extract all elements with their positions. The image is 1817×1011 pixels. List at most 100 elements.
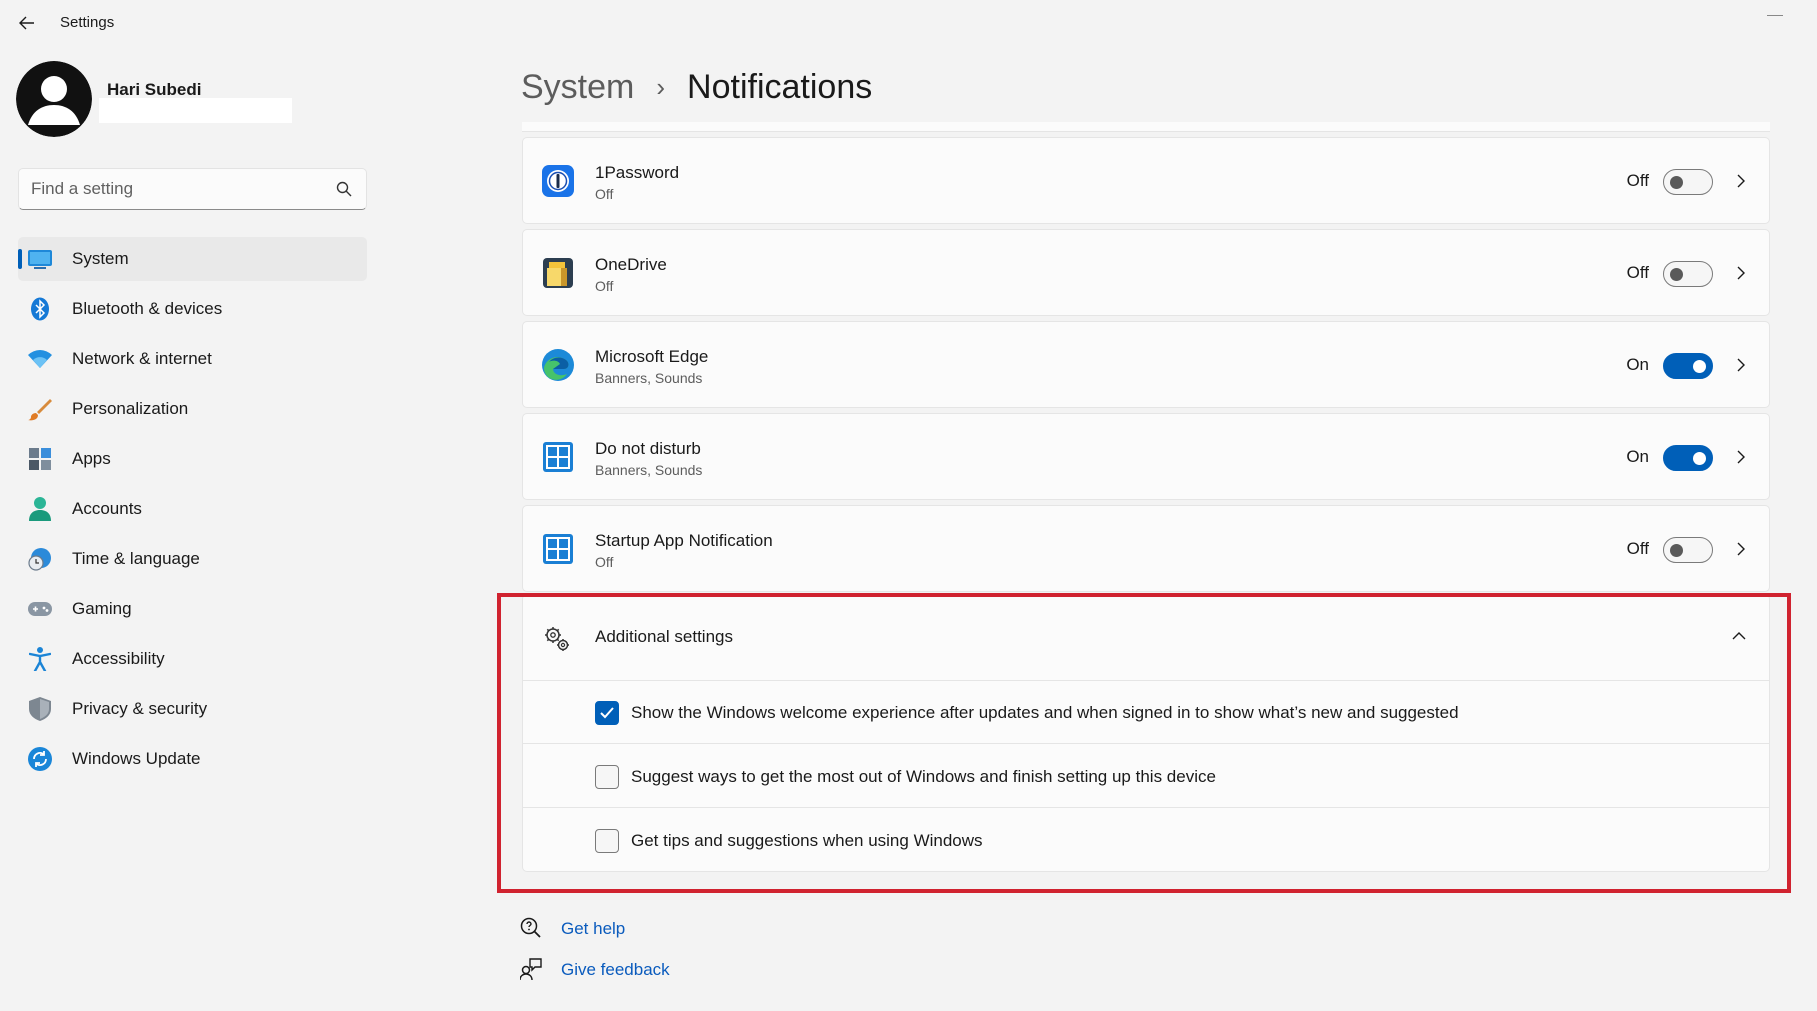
sidebar-item-privacy[interactable]: Privacy & security bbox=[18, 687, 367, 731]
app-tile-icon bbox=[543, 442, 573, 472]
search-icon[interactable] bbox=[336, 181, 352, 197]
app-row-1password[interactable]: 1Password Off Off bbox=[522, 137, 1770, 224]
chevron-right-icon[interactable] bbox=[1735, 448, 1747, 466]
app-name: Do not disturb bbox=[595, 439, 701, 458]
notification-toggle[interactable] bbox=[1663, 169, 1713, 195]
sidebar-item-personalization[interactable]: Personalization bbox=[18, 387, 367, 431]
chevron-right-icon[interactable] bbox=[1735, 264, 1747, 282]
system-icon bbox=[28, 247, 52, 271]
option-row: Suggest ways to get the most out of Wind… bbox=[523, 745, 1769, 808]
wifi-icon bbox=[28, 347, 52, 371]
give-feedback-link[interactable]: Give feedback bbox=[520, 955, 780, 996]
avatar bbox=[16, 61, 92, 137]
app-status: Off bbox=[595, 554, 614, 570]
toggle-knob bbox=[1670, 544, 1683, 557]
toggle-state-label: On bbox=[1626, 355, 1649, 374]
sidebar-item-label: Apps bbox=[72, 449, 111, 468]
sidebar-item-network[interactable]: Network & internet bbox=[18, 337, 367, 381]
toggle-state-label: Off bbox=[1626, 263, 1649, 282]
checkmark-icon bbox=[600, 707, 614, 719]
help-links: Get help Give feedback bbox=[520, 914, 780, 996]
breadcrumb-separator: › bbox=[656, 71, 666, 102]
minimize-button[interactable] bbox=[1767, 6, 1783, 16]
breadcrumb-parent[interactable]: System bbox=[521, 68, 634, 107]
back-button[interactable] bbox=[12, 8, 42, 38]
user-name: Hari Subedi bbox=[107, 80, 202, 99]
app-row-onedrive[interactable]: OneDrive Off Off bbox=[522, 229, 1770, 316]
update-icon bbox=[28, 747, 52, 771]
sidebar-item-label: Time & language bbox=[72, 549, 200, 568]
bluetooth-icon bbox=[28, 297, 52, 321]
breadcrumb: System › Notifications bbox=[521, 62, 872, 112]
clock-globe-icon bbox=[28, 547, 52, 571]
notification-toggle[interactable] bbox=[1663, 261, 1713, 287]
search-input[interactable] bbox=[31, 169, 331, 209]
app-status: Banners, Sounds bbox=[595, 370, 703, 386]
back-arrow-icon bbox=[19, 16, 34, 30]
option-row: Get tips and suggestions when using Wind… bbox=[523, 809, 1769, 872]
toggle-state-label: Off bbox=[1626, 171, 1649, 190]
chevron-right-icon[interactable] bbox=[1735, 172, 1747, 190]
sidebar-item-label: Personalization bbox=[72, 399, 189, 418]
title-bar: Settings bbox=[0, 0, 1817, 44]
app-row-microsoft-edge[interactable]: Microsoft Edge Banners, Sounds On bbox=[522, 321, 1770, 408]
tips-suggestions-checkbox[interactable] bbox=[595, 829, 619, 853]
sidebar-item-system[interactable]: System bbox=[18, 237, 367, 281]
app-row-do-not-disturb[interactable]: Do not disturb Banners, Sounds On bbox=[522, 413, 1770, 500]
sidebar-item-accessibility[interactable]: Accessibility bbox=[18, 637, 367, 681]
chevron-right-icon[interactable] bbox=[1735, 540, 1747, 558]
toggle-knob bbox=[1670, 176, 1683, 189]
toggle-knob bbox=[1670, 268, 1683, 281]
get-help-link[interactable]: Get help bbox=[520, 914, 780, 955]
app-status: Banners, Sounds bbox=[595, 462, 703, 478]
additional-settings-header[interactable]: Additional settings bbox=[523, 595, 1769, 681]
redacted-email bbox=[99, 98, 292, 123]
toggle-knob bbox=[1693, 360, 1706, 373]
notification-toggle[interactable] bbox=[1663, 353, 1713, 379]
app-name: Startup App Notification bbox=[595, 531, 773, 550]
welcome-experience-checkbox[interactable] bbox=[595, 701, 619, 725]
accessibility-icon bbox=[28, 647, 52, 671]
additional-settings-panel: Additional settings Show the Windows wel… bbox=[522, 594, 1770, 872]
apps-icon bbox=[28, 447, 52, 471]
controller-icon bbox=[28, 597, 52, 621]
suggest-setup-checkbox[interactable] bbox=[595, 765, 619, 789]
user-profile[interactable]: Hari Subedi bbox=[16, 60, 376, 140]
sidebar-item-label: Accessibility bbox=[72, 649, 165, 668]
give-feedback-label: Give feedback bbox=[561, 960, 670, 979]
toggle-state-label: Off bbox=[1626, 539, 1649, 558]
app-notification-list: 1Password Off Off OneDrive Off Off Micro… bbox=[522, 137, 1770, 597]
sidebar-item-windows-update[interactable]: Windows Update bbox=[18, 737, 367, 781]
get-help-label: Get help bbox=[561, 919, 626, 938]
notification-toggle[interactable] bbox=[1663, 445, 1713, 471]
sidebar-item-label: Windows Update bbox=[72, 749, 201, 768]
sidebar-item-label: System bbox=[72, 249, 129, 268]
brush-icon bbox=[28, 397, 52, 421]
toggle-knob bbox=[1693, 452, 1706, 465]
option-label: Get tips and suggestions when using Wind… bbox=[631, 831, 983, 850]
sidebar-item-label: Bluetooth & devices bbox=[72, 299, 223, 318]
sidebar-item-gaming[interactable]: Gaming bbox=[18, 587, 367, 631]
1password-icon bbox=[542, 165, 574, 197]
sidebar-item-accounts[interactable]: Accounts bbox=[18, 487, 367, 531]
app-status: Off bbox=[595, 278, 614, 294]
onedrive-icon bbox=[543, 258, 573, 288]
app-status: Off bbox=[595, 186, 614, 202]
app-row-startup-app-notification[interactable]: Startup App Notification Off Off bbox=[522, 505, 1770, 592]
sidebar-item-apps[interactable]: Apps bbox=[18, 437, 367, 481]
sidebar-item-label: Accounts bbox=[72, 499, 142, 518]
notification-toggle[interactable] bbox=[1663, 537, 1713, 563]
sidebar-nav: System Bluetooth & devices Network & int… bbox=[18, 237, 367, 787]
gears-icon bbox=[545, 627, 569, 651]
help-chat-icon bbox=[520, 917, 541, 938]
page-title: Notifications bbox=[687, 67, 873, 106]
chevron-right-icon[interactable] bbox=[1735, 356, 1747, 374]
app-name: OneDrive bbox=[595, 255, 667, 274]
search-box[interactable] bbox=[18, 168, 367, 210]
sidebar-item-time-language[interactable]: Time & language bbox=[18, 537, 367, 581]
sidebar-item-label: Gaming bbox=[72, 599, 132, 618]
sidebar-item-bluetooth[interactable]: Bluetooth & devices bbox=[18, 287, 367, 331]
option-row: Show the Windows welcome experience afte… bbox=[523, 681, 1769, 744]
sidebar-item-label: Network & internet bbox=[72, 349, 212, 368]
chevron-up-icon[interactable] bbox=[1731, 631, 1747, 641]
